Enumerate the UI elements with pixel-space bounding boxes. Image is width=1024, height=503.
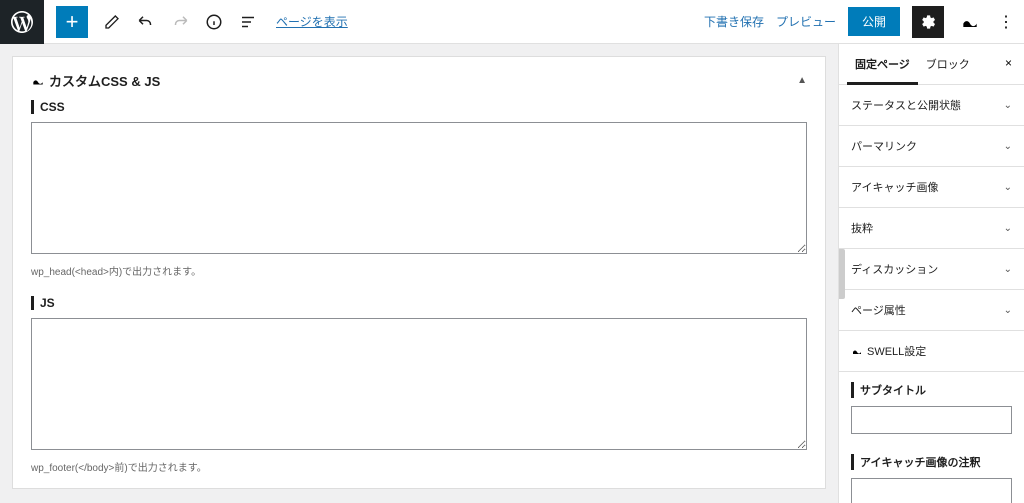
- undo-icon[interactable]: [136, 12, 156, 32]
- chevron-down-icon: ⌄: [1004, 182, 1012, 193]
- css-textarea[interactable]: [31, 122, 807, 254]
- section-excerpt[interactable]: 抜粋 ⌄: [839, 208, 1024, 249]
- add-block-button[interactable]: +: [56, 6, 88, 38]
- more-options-icon[interactable]: ⋮: [996, 6, 1016, 38]
- chevron-down-icon: ⌄: [1004, 264, 1012, 275]
- section-permalink-label: パーマリンク: [851, 138, 917, 154]
- edit-mode-icon[interactable]: [102, 12, 122, 32]
- main-area: カスタムCSS & JS ▲ CSS wp_head(<head>内)で出力され…: [0, 44, 1024, 503]
- editor-topbar: + ページを表示 下書き保存 プレビュー 公開 ⋮: [0, 0, 1024, 44]
- editor-column: カスタムCSS & JS ▲ CSS wp_head(<head>内)で出力され…: [0, 44, 838, 503]
- panel-header: カスタムCSS & JS ▲: [31, 71, 807, 90]
- wordpress-logo[interactable]: [0, 0, 44, 44]
- section-status-label: ステータスと公開状態: [851, 97, 961, 113]
- chevron-down-icon: ⌄: [1004, 305, 1012, 316]
- js-section-label: JS: [31, 296, 807, 310]
- section-discussion-label: ディスカッション: [851, 261, 938, 277]
- swell-settings-label: SWELL設定: [867, 343, 926, 359]
- chevron-down-icon: ⌄: [1004, 223, 1012, 234]
- info-icon[interactable]: [204, 12, 224, 32]
- css-help-text: wp_head(<head>内)で出力されます。: [31, 263, 807, 278]
- section-featured-image[interactable]: アイキャッチ画像 ⌄: [839, 167, 1024, 208]
- swell-wave-icon: [851, 345, 863, 357]
- section-attributes-label: ページ属性: [851, 302, 906, 318]
- chevron-down-icon: ⌄: [1004, 141, 1012, 152]
- panel-collapse-icon[interactable]: ▲: [797, 75, 807, 86]
- settings-button[interactable]: [912, 6, 944, 38]
- settings-sidebar: 固定ページ ブロック × ステータスと公開状態 ⌄ パーマリンク ⌄ アイキャッチ画…: [838, 44, 1024, 503]
- sidebar-tabs: 固定ページ ブロック ×: [839, 44, 1024, 85]
- tab-block[interactable]: ブロック: [918, 44, 978, 84]
- swell-section-title: SWELL設定: [851, 343, 926, 359]
- section-featured-label: アイキャッチ画像: [851, 179, 938, 195]
- tab-page[interactable]: 固定ページ: [847, 44, 918, 84]
- view-page-link[interactable]: ページを表示: [276, 13, 348, 30]
- subtitle-input[interactable]: [851, 406, 1012, 434]
- featured-note-label: アイキャッチ画像の注釈: [851, 454, 1012, 470]
- panel-title-text: カスタムCSS & JS: [49, 71, 160, 90]
- chevron-down-icon: ⌄: [1004, 100, 1012, 111]
- section-excerpt-label: 抜粋: [851, 220, 873, 236]
- preview-link[interactable]: プレビュー: [776, 13, 836, 30]
- outline-icon[interactable]: [238, 12, 258, 32]
- js-textarea[interactable]: [31, 318, 807, 450]
- section-swell-settings[interactable]: SWELL設定: [839, 331, 1024, 372]
- redo-icon[interactable]: [170, 12, 190, 32]
- swell-wave-icon: [31, 74, 45, 88]
- section-permalink[interactable]: パーマリンク ⌄: [839, 126, 1024, 167]
- css-section-label: CSS: [31, 100, 807, 114]
- featured-note-input[interactable]: [851, 478, 1012, 503]
- section-discussion[interactable]: ディスカッション ⌄: [839, 249, 1024, 290]
- close-sidebar-icon[interactable]: ×: [1001, 44, 1016, 84]
- toolbar-tools: [102, 12, 258, 32]
- swell-theme-icon[interactable]: [956, 8, 984, 36]
- swell-featured-note-field: アイキャッチ画像の注釈: [839, 444, 1024, 503]
- panel-title: カスタムCSS & JS: [31, 71, 160, 90]
- publish-button[interactable]: 公開: [848, 7, 900, 36]
- sidebar-resize-handle[interactable]: [839, 249, 845, 299]
- section-page-attributes[interactable]: ページ属性 ⌄: [839, 290, 1024, 331]
- topbar-right: 下書き保存 プレビュー 公開 ⋮: [704, 6, 1024, 38]
- subtitle-label: サブタイトル: [851, 382, 1012, 398]
- save-draft-link[interactable]: 下書き保存: [704, 13, 764, 30]
- custom-css-js-panel: カスタムCSS & JS ▲ CSS wp_head(<head>内)で出力され…: [12, 56, 826, 489]
- section-status[interactable]: ステータスと公開状態 ⌄: [839, 85, 1024, 126]
- js-help-text: wp_footer(</body>前)で出力されます。: [31, 459, 807, 474]
- swell-subtitle-field: サブタイトル: [839, 372, 1024, 444]
